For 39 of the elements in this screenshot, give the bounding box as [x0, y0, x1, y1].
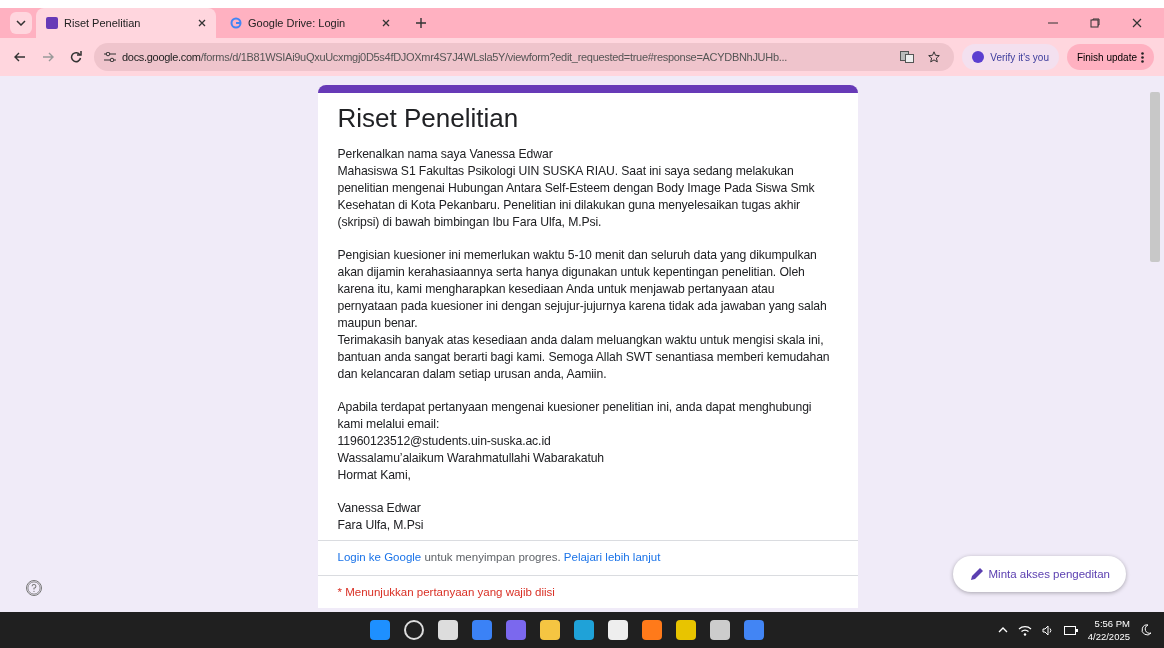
login-link[interactable]: Login ke Google — [337, 551, 422, 563]
learn-more-link[interactable]: Pelajari lebih lanjut — [563, 551, 661, 563]
pencil-icon — [968, 566, 985, 582]
reload-icon[interactable] — [70, 51, 82, 63]
url-text: docs.google.com/forms/d/1B81WSIAi9uQxuUcxmgj0D5s4fDJOXmr4S7J4WLsla5Y/viewform?edit_requested=true#response=ACYDBNhJUHb... — [122, 51, 788, 63]
form-title: Riset Penelitian — [336, 103, 520, 135]
site-settings-icon[interactable] — [104, 52, 116, 62]
form-description: Apabila terdapat pertanyaan mengenai kuesioner penelitian ini, anda dapat menghubungi kami melalui email: 11960123512@students.uin-suska.ac.id Wassalamu’alaikum Warahmatullahi Wabarakatuh Hormat Kami, — [336, 399, 813, 484]
wifi-icon[interactable] — [1017, 624, 1032, 636]
clock[interactable]: 5:56 PM 4/22/2025 — [1087, 617, 1130, 643]
tab-title: Google Drive: Login — [248, 17, 347, 29]
help-icon[interactable] — [26, 580, 42, 596]
form-description: Perkenalkan nama saya Vanessa Edwar Mahasiswa S1 Fakultas Psikologi UIN SUSKA RIAU. Saat ini saya sedang melakukan penelitian mengenai Hubungan Antara Self-Esteem dengan Body Image Pada Siswa Smk Kesehatan di Kota Pekanbaru. Penelitian ini dilakukan guna menyelesaikan tugas akhir (skripsi) di bawah bimbingan Ibu Fara Ulfa, M.Psi. — [336, 146, 816, 231]
required-note: * Menunjukkan pertanyaan yang wajib diisi — [317, 575, 858, 608]
speaker-icon[interactable] — [1041, 624, 1054, 636]
form-description: Vanessa Edwar Fara Ulfa, M.Psi — [336, 500, 425, 534]
close-tab-icon[interactable] — [198, 19, 206, 27]
browser-tab[interactable]: Riset Penelitian — [36, 8, 216, 38]
browser-tab[interactable]: Google Drive: Login — [220, 8, 400, 38]
search-icon[interactable] — [404, 620, 424, 640]
more-options-icon — [1141, 51, 1144, 63]
login-notice: Login ke Google untuk menyimpan progres. Pelajari lebih lanjut — [317, 540, 858, 575]
request-edit-button[interactable]: Minta akses pengeditan — [952, 556, 1126, 592]
form-description: Pengisian kuesioner ini memerlukan waktu 5-10 menit dan seluruh data yang dikumpulkan akan dijamin kerahasiaannya serta hanya digunakan untuk kepentingan penelitian. Oleh karena itu, kami mengharapkan kesediaan Anda untuk menjawab pertanyaan atau pernyataan pada kuesioner ini dengan sejujur-jujurnya karena tidak ada jawaban yang salah maupun benar. Terimakasih banyak atas kesediaan anda dalam meluangkan waktu untuk mengisi skala ini, bantuan anda sangat berarti bagi kami. Semoga Allah SWT senantiasa memberi kemudahan dan kelancaran dalam setiap urusan anda, Aamiin. — [336, 247, 831, 383]
address-bar[interactable]: docs.google.com/forms/d/1B81WSIAi9uQxuUcxmgj0D5s4fDJOXmr4S7J4WLsla5Y/viewform?edit_requested=true#response=ACYDBNhJUHb... — [94, 43, 955, 71]
chevron-up-icon[interactable] — [997, 627, 1008, 633]
close-tab-icon[interactable] — [382, 19, 390, 27]
forms-icon — [46, 17, 58, 29]
restore-icon[interactable] — [1090, 18, 1100, 28]
battery-icon[interactable] — [1063, 625, 1078, 635]
close-icon[interactable] — [1132, 18, 1142, 28]
verify-button[interactable]: Verify it's you — [962, 44, 1059, 70]
back-icon[interactable] — [14, 52, 26, 62]
google-logo-icon — [230, 17, 242, 29]
tab-list-button[interactable] — [10, 12, 32, 34]
moon-icon[interactable] — [1140, 624, 1152, 636]
finish-update-button[interactable]: Finish update — [1066, 44, 1154, 70]
chevron-down-icon — [16, 20, 26, 26]
tab-title: Riset Penelitian — [64, 17, 142, 29]
